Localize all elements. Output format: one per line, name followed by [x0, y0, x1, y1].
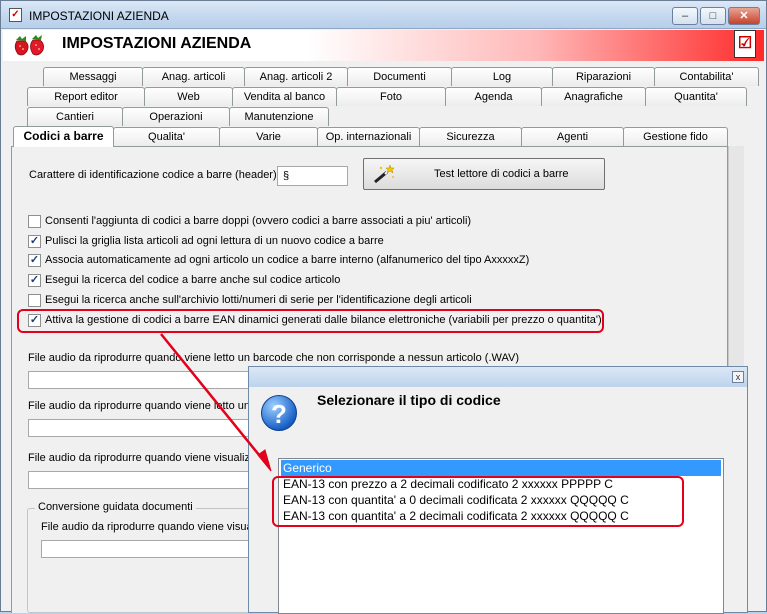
audio-no-match-label: File audio da riprodurre quando viene le… — [28, 352, 520, 364]
tab-documenti[interactable]: Documenti — [347, 67, 452, 86]
dialog-close-button[interactable]: x — [732, 371, 744, 383]
window-title: IMPOSTAZIONI AZIENDA — [29, 9, 169, 23]
code-type-list[interactable]: Generico EAN-13 con prezzo a 2 decimali … — [272, 458, 724, 614]
option-clear-grid-checkbox[interactable]: ✓ — [28, 235, 41, 248]
tab-gestione-fido[interactable]: Gestione fido — [623, 127, 728, 146]
option-auto-internal-barcode-checkbox[interactable]: ✓ — [28, 254, 41, 267]
audio-field-3[interactable] — [28, 471, 253, 489]
maximize-button[interactable]: □ — [700, 7, 726, 25]
tab-messaggi[interactable]: Messaggi — [43, 67, 143, 86]
option-auto-internal-barcode-label: Associa automaticamente ad ogni articolo… — [45, 254, 530, 266]
app-icon: ✓ — [9, 8, 22, 22]
option-duplicate-barcodes-checkbox[interactable] — [28, 215, 41, 228]
test-barcode-reader-button[interactable]: Test lettore di codici a barre — [363, 158, 605, 190]
dialog-title-bar[interactable]: x — [249, 367, 747, 387]
tab-anagrafiche[interactable]: Anagrafiche — [541, 87, 646, 106]
tab-cantieri[interactable]: Cantieri — [27, 107, 123, 126]
main-window: ✓ IMPOSTAZIONI AZIENDA – □ ✕ IMPOSTAZION… — [0, 0, 767, 614]
strawberry-logo-icon — [14, 35, 44, 56]
tab-web[interactable]: Web — [144, 87, 233, 106]
checklist-icon: ☑ — [734, 30, 756, 58]
tab-agenti[interactable]: Agenti — [521, 127, 624, 146]
audio-field-2[interactable] — [28, 419, 253, 437]
tab-quantita[interactable]: Quantita' — [645, 87, 747, 106]
tab-varie[interactable]: Varie — [219, 127, 318, 146]
minimize-button[interactable]: – — [672, 7, 698, 25]
tab-agenda[interactable]: Agenda — [445, 87, 542, 106]
header-title: IMPOSTAZIONI AZIENDA — [62, 35, 252, 52]
audio-label-2: File audio da riprodurre quando viene le… — [28, 400, 260, 412]
ean-option-highlight — [17, 309, 604, 333]
tab-log[interactable]: Log — [451, 67, 553, 86]
code-type-item-generico[interactable]: Generico — [281, 460, 721, 476]
ean-items-highlight — [272, 476, 684, 527]
code-type-dialog: x ? Selezionare il tipo di codice Generi… — [248, 366, 748, 614]
header-band: IMPOSTAZIONI AZIENDA ☑ — [3, 30, 764, 61]
tab-foto[interactable]: Foto — [336, 87, 446, 106]
option-search-item-code-label: Esegui la ricerca del codice a barre anc… — [45, 274, 341, 286]
barcode-header-label: Carattere di identificazione codice a ba… — [29, 169, 283, 181]
tab-riparazioni[interactable]: Riparazioni — [552, 67, 655, 86]
option-clear-grid-label: Pulisci la griglia lista articoli ad ogn… — [45, 235, 384, 247]
tab-codici-a-barre[interactable]: Codici a barre — [13, 126, 114, 147]
tab-contabilita[interactable]: Contabilita' — [654, 67, 759, 86]
tab-sicurezza[interactable]: Sicurezza — [419, 127, 522, 146]
option-duplicate-barcodes-label: Consenti l'aggiunta di codici a barre do… — [45, 215, 472, 227]
tab-report-editor[interactable]: Report editor — [27, 87, 145, 106]
audio-field-4[interactable] — [41, 540, 256, 558]
audio-label-3: File audio da riprodurre quando viene vi… — [28, 452, 256, 464]
title-bar[interactable]: ✓ IMPOSTAZIONI AZIENDA – □ ✕ — [1, 1, 766, 29]
tab-manutenzione[interactable]: Manutenzione — [229, 107, 329, 126]
option-search-lots-checkbox[interactable] — [28, 294, 41, 307]
tab-anag-articoli[interactable]: Anag. articoli — [142, 67, 245, 86]
tab-op-internazionali[interactable]: Op. internazionali — [317, 127, 420, 146]
test-button-label: Test lettore di codici a barre — [434, 168, 569, 180]
question-icon: ? — [261, 395, 297, 431]
audio-no-match-field[interactable] — [28, 371, 253, 389]
tab-anag-articoli-2[interactable]: Anag. articoli 2 — [244, 67, 348, 86]
tab-qualita[interactable]: Qualita' — [113, 127, 220, 146]
audio-label-4: File audio da riprodurre quando viene vi… — [41, 521, 258, 533]
document-conversion-group-title: Conversione guidata documenti — [35, 501, 196, 513]
tab-vendita-al-banco[interactable]: Vendita al banco — [232, 87, 337, 106]
magic-wand-icon — [374, 164, 395, 184]
option-search-lots-label: Esegui la ricerca anche sull'archivio lo… — [45, 294, 472, 306]
tab-operazioni[interactable]: Operazioni — [122, 107, 230, 126]
option-search-item-code-checkbox[interactable]: ✓ — [28, 274, 41, 287]
close-button[interactable]: ✕ — [728, 7, 760, 25]
dialog-title: Selezionare il tipo di codice — [317, 392, 501, 408]
barcode-header-input[interactable] — [277, 166, 348, 186]
